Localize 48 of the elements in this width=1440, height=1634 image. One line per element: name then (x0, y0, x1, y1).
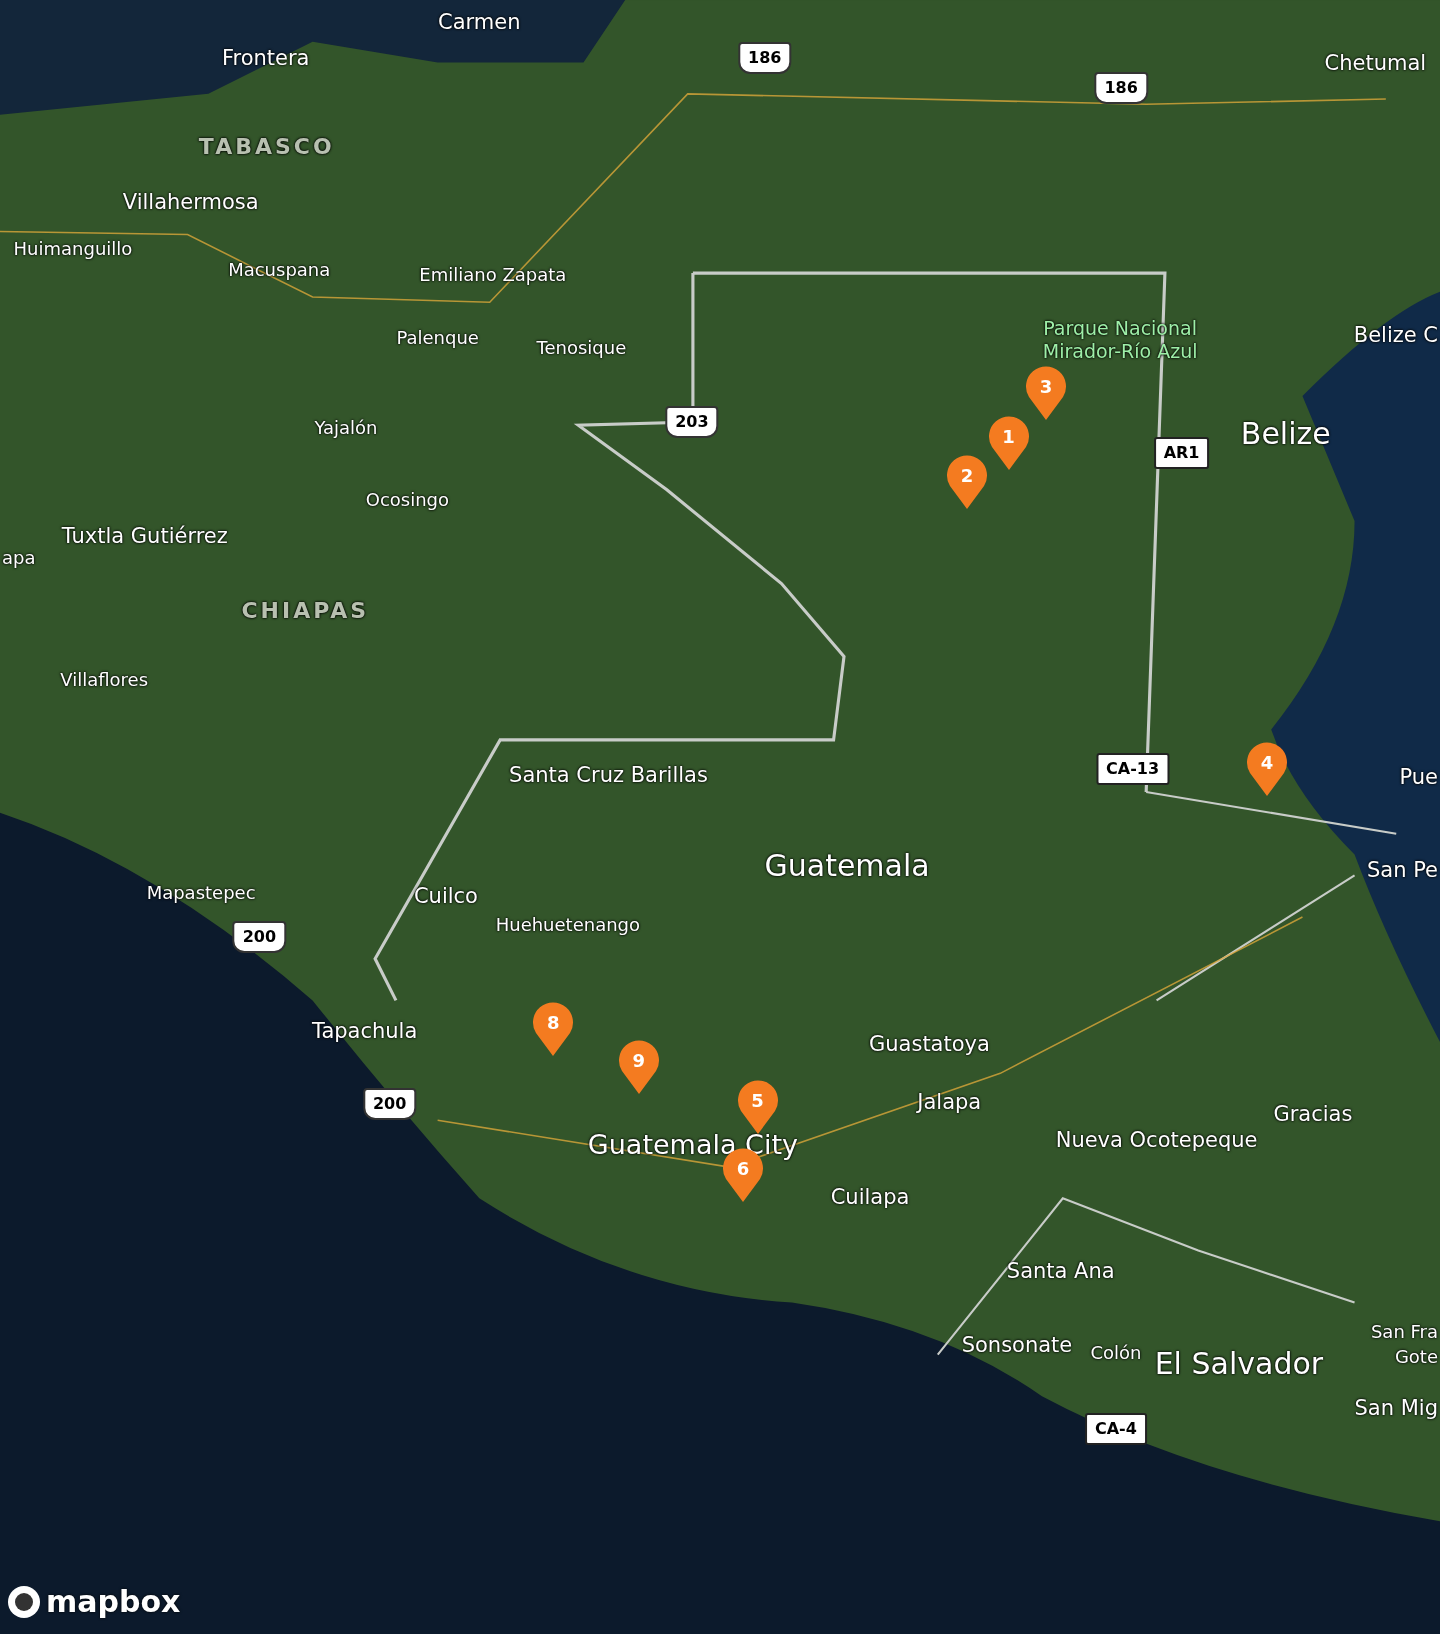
road-shield: 200 (363, 1088, 417, 1121)
road-shield: AR1 (1153, 437, 1210, 470)
place-label: Carmen (438, 9, 521, 37)
place-label: Tenosique (536, 335, 627, 360)
place-label: Belize C (1353, 321, 1438, 349)
place-label: Tapachula (312, 1017, 418, 1045)
place-label: Villaflores (60, 667, 149, 692)
road-shield: 200 (232, 920, 287, 953)
place-label: apa (2, 545, 36, 570)
mapbox-logo-icon (6, 1583, 42, 1620)
place-label: Huehuetenango (495, 912, 640, 937)
place-label: Gote (1394, 1344, 1438, 1369)
place-label: Cuilco (413, 883, 478, 911)
place-label: Ocosingo (365, 487, 450, 512)
place-label: Santa Cruz Barillas (509, 762, 708, 790)
place-label: San Pe (1366, 857, 1438, 885)
country-label: El Salvador (1154, 1344, 1324, 1383)
road-shield: 203 (665, 406, 719, 438)
place-label: Yajalón (314, 415, 378, 440)
place-label: Mapastepec (146, 880, 256, 905)
place-label: Chetumal (1324, 49, 1427, 77)
country-label: Guatemala (764, 846, 930, 885)
place-label: Tuxtla Gutiérrez (61, 522, 228, 550)
region-label: TABASCO (198, 132, 335, 161)
place-label: Cuilapa (830, 1184, 910, 1212)
road-shield: 186 (738, 42, 792, 75)
road-shield: 186 (1094, 71, 1148, 104)
road-shield: CA-13 (1096, 752, 1170, 785)
place-label: Gracias (1273, 1101, 1353, 1129)
place-label: Frontera (221, 45, 310, 73)
place-label: Santa Ana (1006, 1258, 1115, 1286)
attribution-text: mapbox (46, 1583, 181, 1621)
place-label: San Fra (1370, 1319, 1438, 1344)
country-label: Belize (1240, 414, 1331, 453)
place-label: Palenque (396, 325, 479, 350)
place-label: Nueva Ocotepeque (1055, 1127, 1258, 1155)
mapbox-logo[interactable]: mapbox (6, 1579, 181, 1624)
road-shield: CA-4 (1085, 1412, 1147, 1445)
place-label: Villahermosa (122, 189, 259, 217)
place-label: Pue (1399, 764, 1438, 792)
place-label: Sonsonate (961, 1332, 1073, 1360)
place-label: Jalapa (917, 1089, 982, 1117)
place-label: Guastatoya (869, 1031, 990, 1059)
place-label: Colón (1090, 1340, 1142, 1365)
region-label: CHIAPAS (241, 596, 370, 625)
place-label: San Mig (1354, 1395, 1438, 1422)
place-label: Guatemala City (587, 1127, 798, 1162)
place-label: Huimanguillo (13, 236, 133, 261)
